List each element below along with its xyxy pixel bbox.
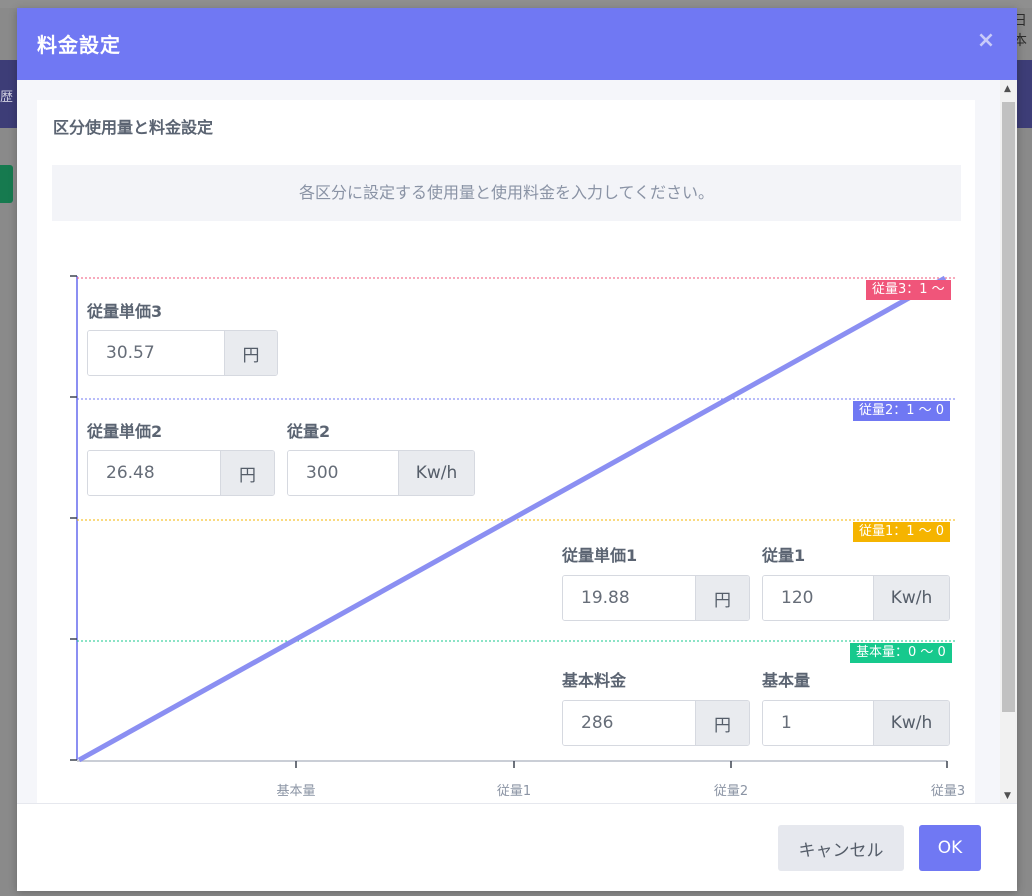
unit-price-2-unit: 円 (220, 451, 274, 495)
base-fee-label: 基本料金 (562, 671, 627, 690)
unit-price-2-group: 円 (87, 450, 275, 496)
base-fee-group: 円 (562, 700, 750, 746)
rate-card: 区分使用量と料金設定 各区分に設定する使用量と使用料金を入力してください。 従量… (37, 100, 975, 803)
base-usage-unit: Kw/h (873, 701, 949, 745)
vertical-scrollbar[interactable]: ▲ ▼ (1000, 80, 1017, 803)
tier-badge-3: 従量3：1 〜 (866, 280, 951, 300)
unit-price-3-group: 円 (87, 330, 278, 376)
tier-chart-svg (70, 275, 955, 768)
unit-price-1-input[interactable] (563, 576, 695, 620)
usage-1-group: Kw/h (762, 575, 950, 621)
tier-chart: 従量3：1 〜 従量2：1 〜 0 従量1：1 〜 0 基本量：0 〜 0 基本… (37, 240, 975, 799)
unit-price-3-input[interactable] (88, 331, 224, 375)
background-topbar (0, 0, 1032, 8)
usage-2-label: 従量2 (287, 422, 331, 441)
usage-2-input[interactable] (288, 451, 398, 495)
x-axis-label: 従量1 (496, 784, 532, 799)
card-title: 区分使用量と料金設定 (53, 118, 214, 137)
unit-price-1-label: 従量単価1 (562, 546, 638, 565)
modal-body: 区分使用量と料金設定 各区分に設定する使用量と使用料金を入力してください。 従量… (17, 80, 1000, 803)
base-usage-label: 基本量 (762, 671, 811, 690)
usage-1-unit: Kw/h (873, 576, 949, 620)
scroll-down-icon[interactable]: ▼ (1004, 791, 1011, 801)
modal-footer: キャンセル OK (17, 803, 1017, 891)
base-usage-group: Kw/h (762, 700, 950, 746)
unit-price-3-unit: 円 (224, 331, 277, 375)
base-fee-input[interactable] (563, 701, 695, 745)
rate-settings-modal: 料金設定 × 区分使用量と料金設定 各区分に設定する使用量と使用料金を入力してく… (17, 8, 1017, 891)
unit-price-1-unit: 円 (695, 576, 749, 620)
modal-title: 料金設定 (37, 33, 121, 57)
usage-2-group: Kw/h (287, 450, 475, 496)
usage-1-input[interactable] (763, 576, 873, 620)
unit-price-2-input[interactable] (88, 451, 220, 495)
modal-header: 料金設定 × (17, 8, 1017, 80)
x-axis-label: 基本量 (276, 784, 316, 799)
cancel-button[interactable]: キャンセル (778, 825, 904, 871)
tier-badge-1: 従量1：1 〜 0 (853, 522, 951, 542)
unit-price-2-label: 従量単価2 (87, 422, 163, 441)
tier-badge-2: 従量2：1 〜 0 (853, 401, 951, 421)
x-axis-label: 従量3 (930, 784, 966, 799)
unit-price-3-label: 従量単価3 (87, 302, 163, 321)
x-axis-label: 従量2 (713, 784, 749, 799)
scrollbar-thumb[interactable] (1002, 102, 1015, 712)
scroll-up-icon[interactable]: ▲ (1004, 84, 1011, 94)
tier-badge-base: 基本量：0 〜 0 (850, 643, 952, 663)
close-icon[interactable]: × (975, 29, 997, 53)
background-green-button (0, 165, 13, 203)
base-fee-unit: 円 (695, 701, 749, 745)
ok-button[interactable]: OK (919, 825, 981, 871)
info-message: 各区分に設定する使用量と使用料金を入力してください。 (52, 165, 961, 221)
background-text: 歴 (0, 90, 14, 105)
base-usage-input[interactable] (763, 701, 873, 745)
usage-2-unit: Kw/h (398, 451, 474, 495)
usage-1-label: 従量1 (762, 546, 806, 565)
unit-price-1-group: 円 (562, 575, 750, 621)
